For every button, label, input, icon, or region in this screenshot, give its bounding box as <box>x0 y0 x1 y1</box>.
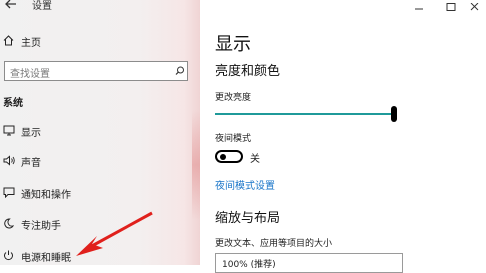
brightness-label: 更改亮度 <box>215 93 252 103</box>
maximize-icon[interactable] <box>440 0 462 12</box>
brightness-slider-thumb[interactable] <box>391 106 397 122</box>
scale-label: 更改文本、应用等项目的大小 <box>215 239 333 249</box>
night-mode-toggle[interactable] <box>215 150 243 163</box>
minimize-icon[interactable] <box>408 0 430 12</box>
annotation-arrow <box>0 0 200 269</box>
section-heading-layout: 缩放与布局 <box>215 211 281 226</box>
section-heading-brightness: 亮度和颜色 <box>215 64 281 79</box>
close-icon[interactable] <box>464 0 486 12</box>
sidebar-edge-shadow <box>192 110 200 220</box>
night-mode-label: 夜间模式 <box>215 134 252 144</box>
sidebar: 设置 主页 查找设置 系统 显示 声音 通知和操作 专注助手 电源和睡眠 <box>0 0 200 265</box>
night-mode-state: 关 <box>250 154 260 165</box>
night-mode-settings-link[interactable]: 夜间模式设置 <box>215 177 275 192</box>
brightness-slider-track[interactable] <box>215 113 396 115</box>
toggle-knob <box>220 154 226 160</box>
page-title: 显示 <box>215 34 251 55</box>
scale-dropdown-value: 100% (推荐) <box>222 260 276 270</box>
scale-dropdown[interactable]: 100% (推荐) <box>215 253 403 273</box>
